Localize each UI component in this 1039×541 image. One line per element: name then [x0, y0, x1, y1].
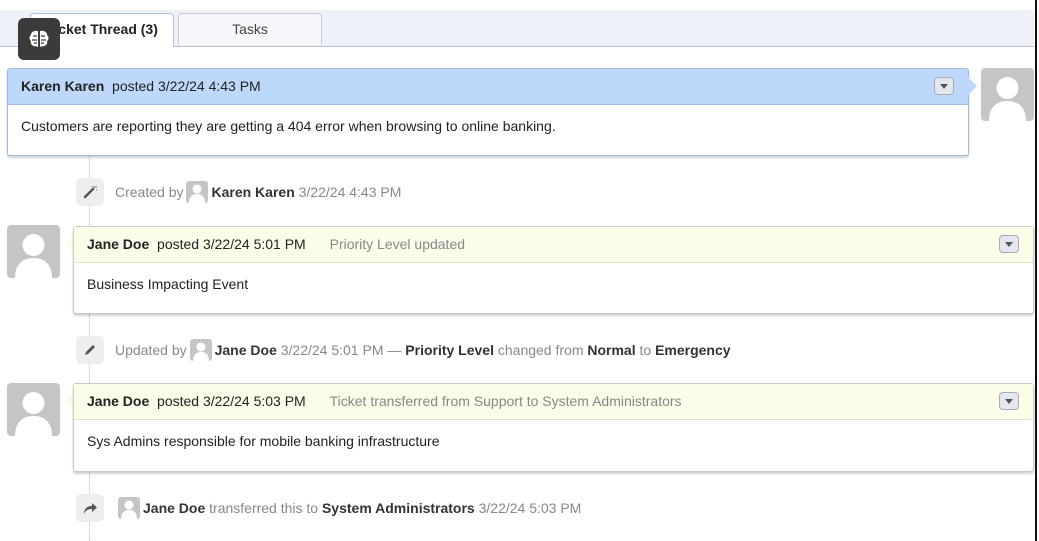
- posted-label: posted: [157, 236, 200, 252]
- event-prefix: Created by: [115, 184, 184, 200]
- history-event: Updated by Jane Doe 3/22/24 5:01 PM — Pr…: [76, 335, 731, 365]
- event-field: Priority Level: [405, 342, 494, 358]
- window-edge: [1035, 0, 1037, 541]
- magic-wand-icon: [76, 178, 104, 206]
- post-pointer: [968, 77, 977, 95]
- user-avatar-small: [189, 339, 212, 361]
- history-event: Created by Karen Karen 3/22/24 4:43 PM: [76, 177, 401, 207]
- thread-post: Jane Doe posted 3/22/24 5:03 PM Ticket t…: [73, 383, 1034, 472]
- caret-down-icon: [1005, 398, 1013, 404]
- event-target: System Administrators: [321, 500, 475, 516]
- post-timestamp: 3/22/24 4:43 PM: [157, 78, 261, 94]
- post-options-dropdown[interactable]: [999, 392, 1019, 410]
- pencil-icon: [76, 336, 104, 364]
- post-title: Priority Level updated: [329, 236, 466, 252]
- user-avatar-small: [118, 497, 140, 519]
- user-avatar-small: [186, 181, 209, 203]
- post-title: Ticket transferred from Support to Syste…: [329, 393, 682, 409]
- event-timestamp: 3/22/24 4:43 PM: [298, 184, 402, 200]
- post-timestamp: 3/22/24 5:01 PM: [202, 236, 306, 252]
- post-author[interactable]: Jane Doe: [87, 393, 149, 409]
- event-prefix: Updated by: [115, 342, 187, 358]
- posted-label: posted: [112, 78, 155, 94]
- avatar: [7, 383, 60, 436]
- post-body: Sys Admins responsible for mobile bankin…: [87, 433, 440, 449]
- post-options-dropdown[interactable]: [999, 235, 1019, 253]
- event-dash: —: [387, 342, 402, 358]
- post-header: Jane Doe posted 3/22/24 5:01 PM Priority…: [74, 227, 1033, 263]
- history-event: Jane Doe transferred this to System Admi…: [76, 493, 581, 523]
- post-header: Karen Karen posted 3/22/24 4:43 PM: [8, 69, 968, 105]
- post-header: Jane Doe posted 3/22/24 5:03 PM Ticket t…: [74, 384, 1033, 420]
- thread-post: Jane Doe posted 3/22/24 5:01 PM Priority…: [73, 226, 1034, 314]
- event-old-value: Normal: [587, 342, 636, 358]
- event-timestamp: 3/22/24 5:01 PM: [280, 342, 384, 358]
- post-timestamp: 3/22/24 5:03 PM: [202, 393, 306, 409]
- post-body: Customers are reporting they are getting…: [21, 118, 556, 134]
- post-body: Business Impacting Event: [87, 276, 249, 292]
- post-author[interactable]: Jane Doe: [87, 236, 149, 252]
- event-new-value: Emergency: [655, 342, 731, 358]
- event-user[interactable]: Karen Karen: [211, 184, 294, 200]
- event-timestamp: 3/22/24 5:03 PM: [478, 500, 582, 516]
- event-changed-from: changed from: [497, 342, 584, 358]
- post-author[interactable]: Karen Karen: [21, 78, 104, 94]
- avatar: [7, 225, 60, 278]
- tab-bar: Ticket Thread (3) Tasks: [0, 10, 1034, 47]
- share-arrow-icon: [76, 494, 104, 522]
- tab-tasks[interactable]: Tasks: [178, 13, 322, 45]
- avatar: [981, 68, 1034, 121]
- brain-icon[interactable]: [18, 18, 60, 60]
- event-user[interactable]: Jane Doe: [143, 500, 205, 516]
- post-options-dropdown[interactable]: [934, 77, 954, 95]
- event-action: transferred this to: [209, 500, 319, 516]
- caret-down-icon: [1005, 241, 1013, 247]
- event-user[interactable]: Jane Doe: [215, 342, 277, 358]
- caret-down-icon: [940, 83, 948, 89]
- thread-post: Karen Karen posted 3/22/24 4:43 PM Custo…: [7, 68, 969, 156]
- event-to: to: [639, 342, 652, 358]
- posted-label: posted: [157, 393, 200, 409]
